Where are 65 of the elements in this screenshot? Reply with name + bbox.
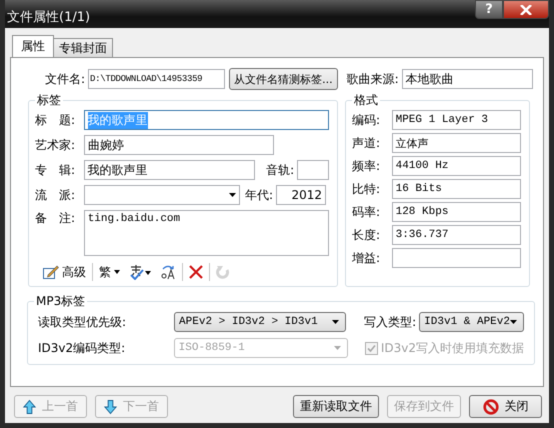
field-label: 比特: xyxy=(352,180,382,198)
title-value: 我的歌声里 xyxy=(88,112,148,128)
letter-case-icon xyxy=(160,264,176,280)
caret-icon xyxy=(229,193,236,197)
format-field[interactable]: 128 Kbps xyxy=(392,202,521,222)
song-source-field[interactable]: 本地歌曲 xyxy=(402,69,533,89)
field-label: 流 派: xyxy=(35,186,76,204)
reload-button[interactable]: 重新读取文件 xyxy=(293,395,379,418)
tab[interactable]: 专辑封面 xyxy=(53,38,113,57)
field-label: 声道: xyxy=(352,134,382,152)
guess-tags-button[interactable]: 从文件名猜测标签... xyxy=(229,68,338,90)
font-check-icon xyxy=(128,264,152,280)
field-label: 读取类型优先级: xyxy=(38,314,126,330)
track-field[interactable] xyxy=(297,160,329,180)
group-title: 标签 xyxy=(35,93,63,107)
undo-icon xyxy=(216,265,230,279)
format-field[interactable] xyxy=(392,248,521,268)
read-priority-dropdown[interactable]: APEv2 > ID3v2 > ID3v1 xyxy=(174,312,346,332)
format-field[interactable]: 16 Bits xyxy=(392,179,521,199)
field-label: ID3v2编码类型: xyxy=(38,340,126,356)
field-label: 写入类型: xyxy=(364,314,416,330)
field-label: 艺术家: xyxy=(35,136,76,154)
traditional-chinese-button[interactable]: 繁 xyxy=(97,263,122,281)
write-type-dropdown[interactable]: ID3v1 & APEv2 xyxy=(419,312,524,332)
format-field[interactable]: 立体声 xyxy=(392,133,521,153)
album-field[interactable]: 我的歌声里 xyxy=(84,160,256,180)
caret-icon xyxy=(332,320,340,324)
caret-icon xyxy=(114,270,120,274)
field-label: 编码: xyxy=(352,112,382,128)
help-button[interactable]: ? xyxy=(475,0,503,19)
format-field[interactable]: 44100 Hz xyxy=(392,156,521,176)
field-label: 备 注: xyxy=(35,210,76,227)
delete-icon xyxy=(189,265,203,279)
field-label: 标 题: xyxy=(35,112,76,128)
close-button[interactable]: 关闭 xyxy=(469,395,542,418)
check-icon xyxy=(366,344,376,352)
caret-icon xyxy=(510,320,517,324)
field-label: 文件名: xyxy=(45,70,86,88)
format-field[interactable]: MPEG 1 Layer 3 xyxy=(392,110,521,130)
comment-field[interactable]: ting.baidu.com xyxy=(84,210,329,256)
field-label: 年代: xyxy=(245,186,274,204)
delete-button[interactable] xyxy=(187,263,205,281)
artist-field[interactable]: 曲婉婷 xyxy=(84,135,274,155)
year-field[interactable]: 2012 xyxy=(276,185,326,205)
field-label: 专 辑: xyxy=(35,162,76,178)
arrow-down-icon xyxy=(104,398,117,414)
no-entry-icon xyxy=(482,398,498,414)
field-label: 音轨: xyxy=(266,162,294,178)
field-label: 码率: xyxy=(352,204,382,220)
tab[interactable]: 属性 xyxy=(12,35,54,57)
field-label: 长度: xyxy=(352,226,382,244)
group-title: MP3标签 xyxy=(34,294,88,308)
format-field[interactable]: 3:36.737 xyxy=(392,225,521,245)
arrow-up-icon xyxy=(23,398,36,414)
caret-icon xyxy=(334,346,341,350)
window-title: 文件属性(1/1) xyxy=(6,9,90,26)
group-title: 格式 xyxy=(352,93,380,107)
field-label: 增益: xyxy=(352,250,382,266)
close-icon xyxy=(520,4,532,14)
close-button[interactable] xyxy=(503,0,549,19)
advanced-button[interactable]: 高级 xyxy=(41,263,88,281)
field-label: 歌曲来源: xyxy=(346,70,399,88)
field-label: 频率: xyxy=(352,158,382,174)
edit-icon xyxy=(43,265,59,279)
file-name-field[interactable]: D:\TDDOWNLOAD\14953359 xyxy=(88,69,226,89)
